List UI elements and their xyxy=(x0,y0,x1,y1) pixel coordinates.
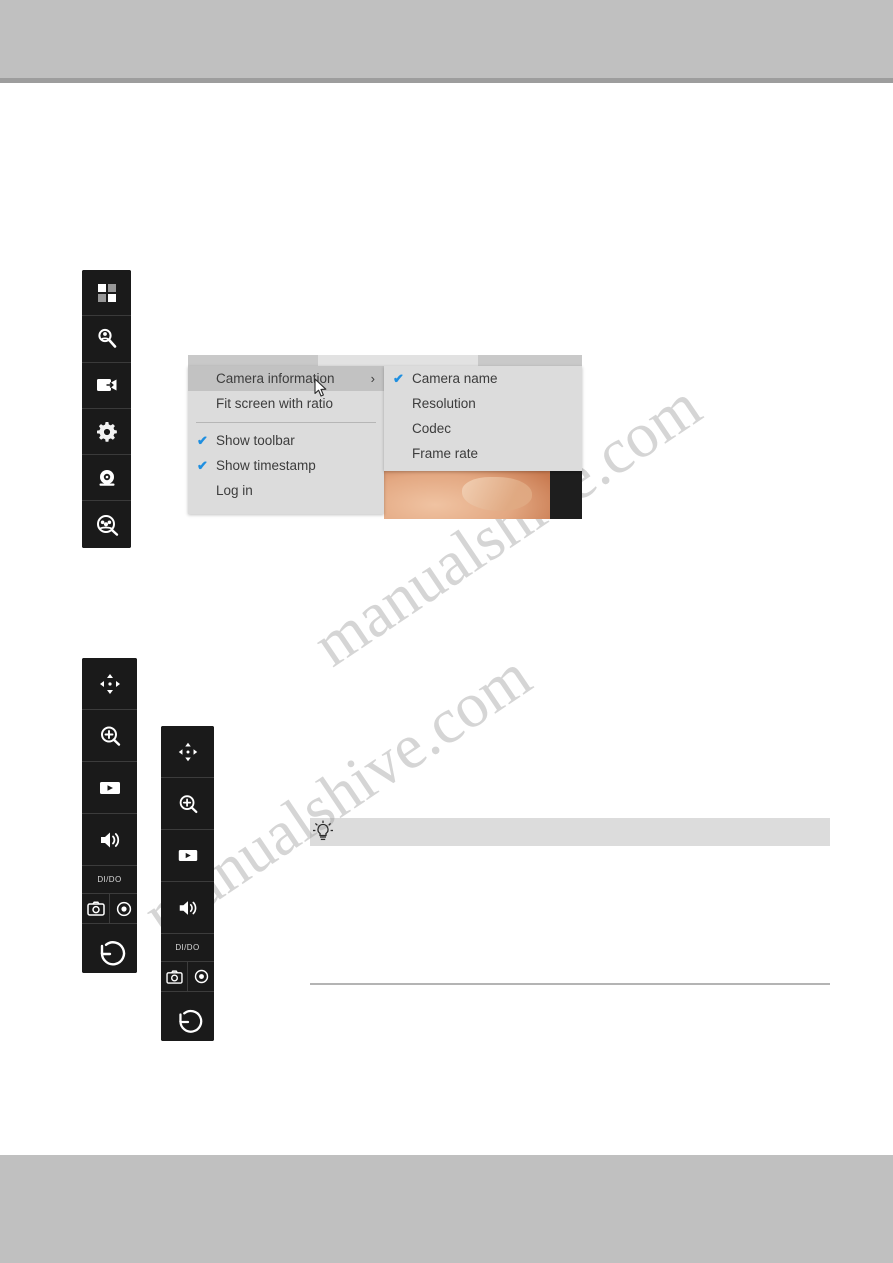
context-menu-item-label: Show toolbar xyxy=(216,433,295,448)
tip-callout-band xyxy=(310,818,830,846)
context-submenu-camera-information[interactable]: ✔ Camera name Resolution Codec Frame rat… xyxy=(384,366,582,471)
export-video-icon xyxy=(94,374,120,396)
page-header-rule xyxy=(0,78,893,83)
playback-icon xyxy=(97,778,123,798)
speaker-icon xyxy=(97,828,123,852)
context-menu-item-label: Show timestamp xyxy=(216,458,316,473)
ptz-button-zoom[interactable] xyxy=(82,710,137,762)
context-menu-item-log-in[interactable]: Log in xyxy=(188,478,384,503)
context-menu-item-label: Log in xyxy=(216,483,253,498)
horizontal-divider xyxy=(310,983,830,985)
toolbar-button-alarm[interactable] xyxy=(82,455,131,502)
mouse-cursor-icon xyxy=(314,378,328,398)
context-menu-separator xyxy=(196,422,376,423)
snapshot-icon xyxy=(165,969,183,984)
ptz2-button-audio[interactable] xyxy=(161,882,214,934)
layout-grid-icon xyxy=(95,281,119,305)
chevron-right-icon: › xyxy=(370,371,375,386)
dido-label-icon: DI/DO xyxy=(175,943,200,952)
context-menu[interactable]: Camera information › Fit screen with rat… xyxy=(188,366,384,514)
toolbar-button-people-search[interactable] xyxy=(82,501,131,548)
check-icon: ✔ xyxy=(197,458,208,473)
submenu-item-frame-rate[interactable]: Frame rate xyxy=(384,441,582,466)
ptz-button-audio[interactable] xyxy=(82,814,137,866)
context-menu-item-camera-information[interactable]: Camera information › xyxy=(188,366,384,391)
submenu-item-camera-name[interactable]: ✔ Camera name xyxy=(384,366,582,391)
ptz2-label-dido: DI/DO xyxy=(161,934,214,962)
context-menu-item-label: Fit screen with ratio xyxy=(216,396,334,411)
submenu-item-label: Camera name xyxy=(412,371,498,386)
context-menu-item-fit-screen-with-ratio[interactable]: Fit screen with ratio xyxy=(188,391,384,416)
context-menu-item-show-timestamp[interactable]: ✔ Show timestamp xyxy=(188,453,384,478)
ptz-button-pan-tilt[interactable] xyxy=(82,658,137,710)
camera-control-toolbar-small[interactable]: DI/DO xyxy=(161,726,214,1041)
dido-label-icon: DI/DO xyxy=(97,875,122,884)
ptz2-button-pan-tilt[interactable] xyxy=(161,726,214,778)
video-frame-letterbox xyxy=(550,471,582,519)
submenu-item-label: Frame rate xyxy=(412,446,479,461)
pan-tilt-arrows-icon xyxy=(97,671,123,697)
rotate-back-icon xyxy=(172,1006,204,1038)
rotate-back-icon xyxy=(93,937,127,971)
ptz2-button-manual-trigger[interactable] xyxy=(161,992,214,1041)
playback-icon xyxy=(176,846,200,865)
ptz2-button-playback[interactable] xyxy=(161,830,214,882)
ptz-label-dido: DI/DO xyxy=(82,866,137,894)
check-icon: ✔ xyxy=(393,371,404,386)
ptz-snapshot-record-row[interactable] xyxy=(82,894,137,924)
toolbar-button-settings[interactable] xyxy=(82,408,131,456)
snapshot-icon xyxy=(86,901,105,916)
ptz-button-playback[interactable] xyxy=(82,762,137,814)
ptz-button-manual-trigger[interactable] xyxy=(82,924,137,973)
zoom-in-icon xyxy=(97,723,123,749)
page-header-band xyxy=(0,0,893,78)
alarm-bell-icon xyxy=(95,466,119,490)
gear-icon xyxy=(95,420,119,444)
submenu-item-label: Resolution xyxy=(412,396,476,411)
context-menu-item-show-toolbar[interactable]: ✔ Show toolbar xyxy=(188,428,384,453)
submenu-item-codec[interactable]: Codec xyxy=(384,416,582,441)
check-icon: ✔ xyxy=(197,433,208,448)
pan-tilt-arrows-icon xyxy=(176,740,200,764)
toolbar-button-search[interactable] xyxy=(82,316,131,363)
page-footer-band xyxy=(0,1155,893,1263)
zoom-in-icon xyxy=(176,792,200,816)
toolbar-button-export-video[interactable] xyxy=(82,362,131,409)
submenu-item-resolution[interactable]: Resolution xyxy=(384,391,582,416)
ptz-button-record[interactable] xyxy=(110,894,137,923)
ptz2-button-record[interactable] xyxy=(188,962,214,991)
ptz2-snapshot-record-row[interactable] xyxy=(161,962,214,992)
video-preview-thumbnail xyxy=(384,471,582,519)
submenu-item-label: Codec xyxy=(412,421,452,436)
record-icon xyxy=(194,969,209,984)
record-icon xyxy=(116,901,132,917)
people-search-icon xyxy=(94,513,120,537)
camera-control-toolbar-large[interactable]: DI/DO xyxy=(82,658,137,973)
ptz2-button-snapshot[interactable] xyxy=(161,962,188,991)
ptz-button-snapshot[interactable] xyxy=(82,894,110,923)
ptz2-button-zoom[interactable] xyxy=(161,778,214,830)
lightbulb-icon xyxy=(312,820,334,848)
search-person-icon xyxy=(94,326,120,352)
toolbar-button-screen-layout[interactable] xyxy=(82,270,131,317)
main-toolbar[interactable] xyxy=(82,270,131,548)
speaker-icon xyxy=(176,897,200,919)
